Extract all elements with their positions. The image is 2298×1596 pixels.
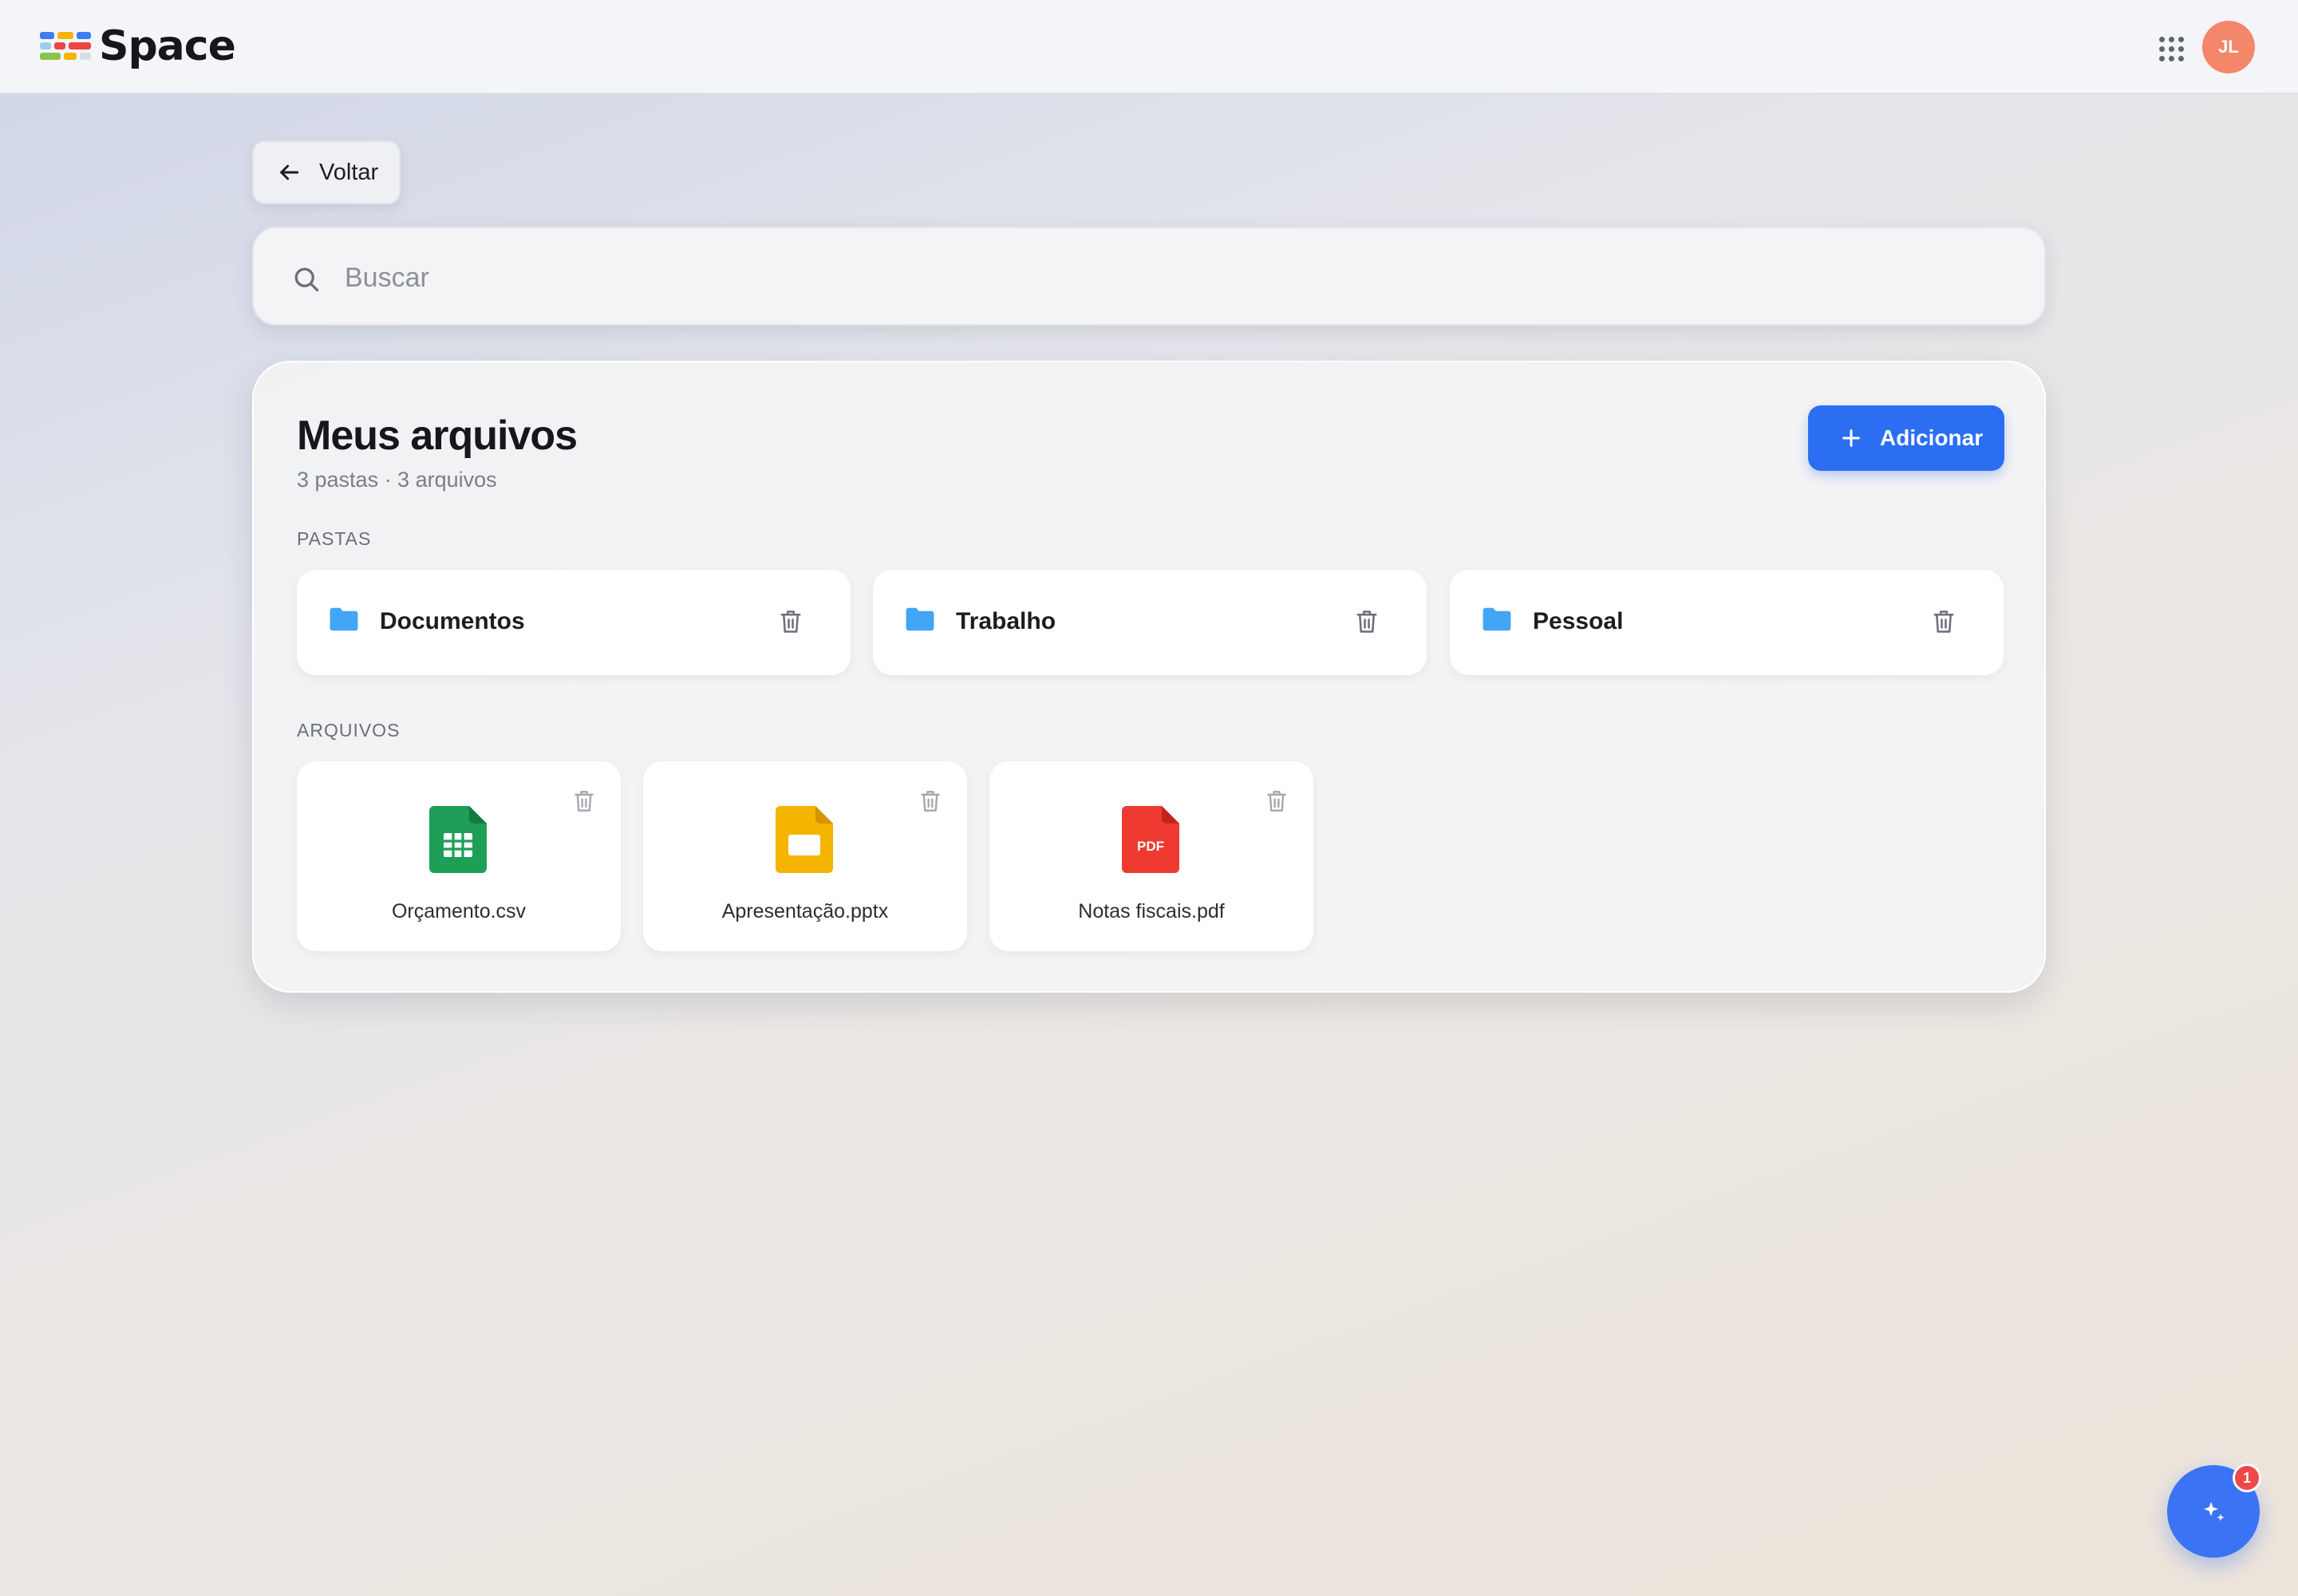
logo-mark-icon bbox=[40, 30, 93, 62]
avatar[interactable]: JL bbox=[2202, 21, 2255, 73]
add-button[interactable]: Adicionar bbox=[1808, 405, 2004, 471]
search-input[interactable] bbox=[343, 252, 1982, 303]
apps-grid-icon[interactable] bbox=[2159, 37, 2185, 62]
folder-card[interactable]: Pessoal bbox=[1450, 570, 2004, 675]
trash-icon[interactable] bbox=[573, 788, 595, 814]
files-panel: Meus arquivos 3 pastas · 3 arquivos Adic… bbox=[252, 361, 2046, 993]
add-button-label: Adicionar bbox=[1880, 425, 1984, 450]
file-name: Notas fiscais.pdf bbox=[1078, 900, 1225, 922]
folder-name: Pessoal bbox=[1533, 608, 1624, 634]
trash-icon[interactable] bbox=[1355, 608, 1379, 635]
trash-icon[interactable] bbox=[919, 788, 942, 814]
arrow-left-icon bbox=[280, 164, 299, 180]
trash-icon[interactable] bbox=[779, 608, 803, 635]
folder-icon bbox=[1483, 607, 1511, 631]
folder-icon bbox=[330, 607, 358, 631]
folders-section-label: PASTAS bbox=[297, 528, 372, 549]
folder-name: Trabalho bbox=[956, 608, 1056, 634]
search-icon bbox=[294, 267, 319, 292]
spreadsheet-file-icon bbox=[429, 806, 487, 873]
trash-icon[interactable] bbox=[1265, 788, 1288, 814]
trash-icon[interactable] bbox=[1932, 608, 1956, 635]
folder-icon bbox=[906, 607, 934, 631]
back-button-label: Voltar bbox=[319, 159, 379, 185]
folder-name: Documentos bbox=[380, 608, 525, 634]
folder-card[interactable]: Documentos bbox=[297, 570, 851, 675]
plus-icon bbox=[1842, 429, 1860, 447]
files-section-label: ARQUIVOS bbox=[297, 720, 401, 741]
pdf-file-icon: PDF bbox=[1122, 806, 1179, 873]
sparkle-icon bbox=[2204, 1502, 2225, 1521]
slides-file-icon bbox=[776, 806, 833, 873]
file-name: Apresentação.pptx bbox=[721, 900, 889, 922]
notification-badge: 1 bbox=[2233, 1464, 2261, 1492]
file-name: Orçamento.csv bbox=[391, 900, 527, 922]
file-card[interactable]: PDF Notas fiscais.pdf bbox=[989, 761, 1313, 951]
files-summary: 3 pastas · 3 arquivos bbox=[297, 468, 497, 492]
file-card[interactable]: Apresentação.pptx bbox=[643, 761, 967, 951]
app-name: Space bbox=[99, 22, 236, 70]
pdf-icon-label: PDF bbox=[1137, 839, 1164, 854]
search-bar bbox=[252, 227, 2046, 326]
back-button[interactable]: Voltar bbox=[252, 140, 401, 204]
app-logo[interactable]: Space bbox=[40, 22, 236, 70]
page-title: Meus arquivos bbox=[297, 413, 578, 459]
folder-card[interactable]: Trabalho bbox=[873, 570, 1427, 675]
top-bar: Space JL bbox=[0, 0, 2298, 94]
file-card[interactable]: Orçamento.csv bbox=[297, 761, 621, 951]
